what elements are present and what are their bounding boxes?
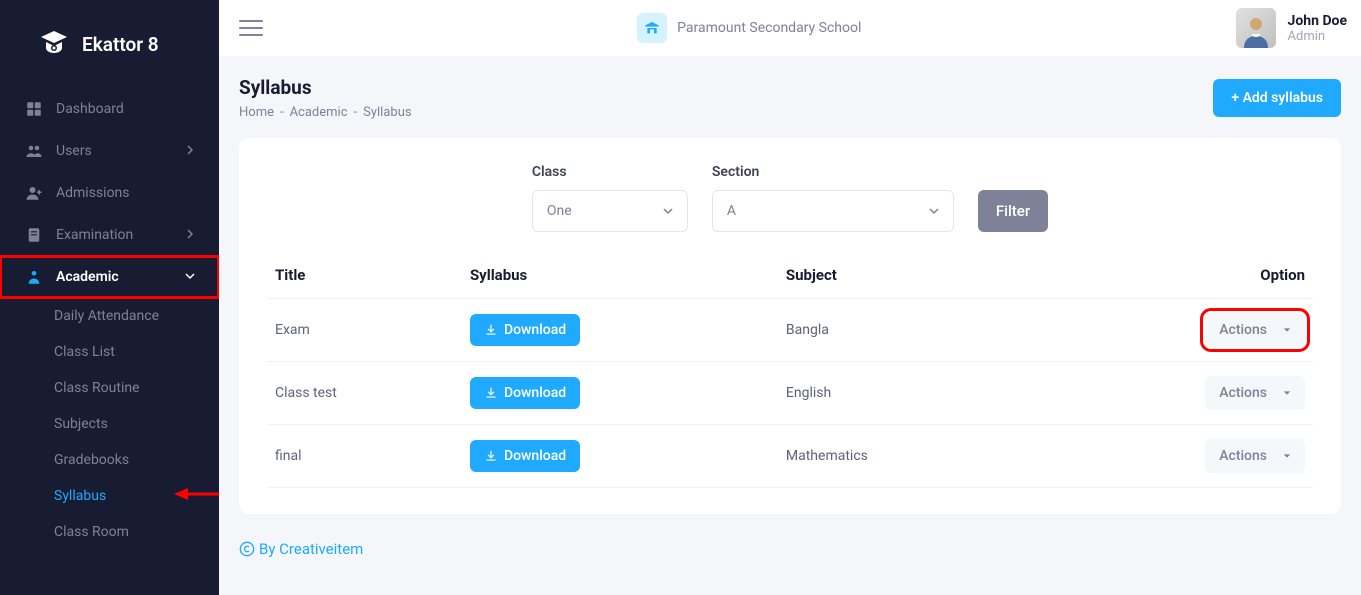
add-syllabus-button[interactable]: + Add syllabus — [1213, 79, 1341, 117]
user-role: Admin — [1288, 29, 1347, 44]
copyright-icon — [239, 541, 255, 557]
download-button[interactable]: Download — [470, 440, 580, 472]
page-title: Syllabus — [239, 76, 412, 99]
section-value: A — [727, 203, 736, 219]
user-menu[interactable]: John Doe Admin — [1236, 8, 1347, 48]
th-option: Option — [1023, 252, 1313, 299]
logo-text: Ekattor 8 — [82, 33, 159, 56]
logo-icon — [38, 28, 70, 60]
actions-button[interactable]: Actions — [1205, 376, 1305, 410]
th-subject: Subject — [778, 252, 1023, 299]
topbar: Paramount Secondary School John Doe Admi… — [219, 0, 1361, 56]
sidebar-sub-item-gradebooks[interactable]: Gradebooks — [54, 442, 219, 478]
table-row: ExamDownload Bangla Actions — [267, 299, 1313, 362]
school-name[interactable]: Paramount Secondary School — [637, 13, 861, 43]
sidebar-sub-item-class-routine[interactable]: Class Routine — [54, 370, 219, 406]
sidebar-sub-item-syllabus[interactable]: Syllabus — [54, 478, 219, 514]
card: Class One Section A Filter — [239, 138, 1341, 514]
chevron-down-icon — [663, 206, 673, 216]
breadcrumb-item[interactable]: Academic — [290, 105, 348, 120]
sidebar-item-examination[interactable]: Examination — [0, 214, 219, 256]
sidebar-item-label: Examination — [56, 227, 133, 243]
sidebar-item-admissions[interactable]: Admissions — [0, 172, 219, 214]
table-row: finalDownload Mathematics Actions — [267, 425, 1313, 488]
actions-button[interactable]: Actions — [1205, 439, 1305, 473]
class-label: Class — [532, 164, 688, 180]
sidebar-sub-item-class-list[interactable]: Class List — [54, 334, 219, 370]
breadcrumb: Home-Academic-Syllabus — [239, 105, 412, 120]
download-button[interactable]: Download — [470, 377, 580, 409]
content: Syllabus Home-Academic-Syllabus + Add sy… — [219, 56, 1361, 595]
sidebar-item-users[interactable]: Users — [0, 130, 219, 172]
section-label: Section — [712, 164, 954, 180]
sidebar-item-label: Academic — [56, 269, 119, 285]
sidebar-item-label: Admissions — [56, 185, 130, 201]
cell-subject: Bangla — [778, 299, 1023, 362]
table-row: Class testDownload English Actions — [267, 362, 1313, 425]
filter-button[interactable]: Filter — [978, 190, 1048, 232]
sidebar-item-label: Dashboard — [56, 101, 124, 117]
cell-title: Exam — [267, 299, 462, 362]
sidebar-item-dashboard[interactable]: Dashboard — [0, 88, 219, 130]
breadcrumb-item[interactable]: Home — [239, 105, 274, 120]
download-icon — [484, 449, 498, 463]
download-icon — [484, 386, 498, 400]
examination-icon — [24, 225, 44, 245]
download-button[interactable]: Download — [470, 314, 580, 346]
chevron-right-icon — [185, 143, 195, 159]
chevron-down-icon — [185, 269, 195, 285]
menu-toggle-icon[interactable] — [239, 16, 263, 40]
download-icon — [484, 323, 498, 337]
actions-button[interactable]: Actions — [1205, 313, 1305, 347]
section-select[interactable]: A — [712, 190, 954, 232]
chevron-right-icon — [185, 227, 195, 243]
sidebar-sub-item-subjects[interactable]: Subjects — [54, 406, 219, 442]
logo[interactable]: Ekattor 8 — [0, 0, 219, 88]
sidebar-sub-item-class-room[interactable]: Class Room — [54, 514, 219, 550]
caret-down-icon — [1283, 389, 1291, 397]
cell-title: Class test — [267, 362, 462, 425]
users-icon — [24, 141, 44, 161]
academic-icon — [24, 267, 44, 287]
chevron-down-icon — [929, 206, 939, 216]
caret-down-icon — [1283, 326, 1291, 334]
avatar — [1236, 8, 1276, 48]
breadcrumb-item[interactable]: Syllabus — [363, 105, 411, 120]
class-value: One — [547, 203, 572, 219]
arrow-indicator-icon — [174, 487, 219, 505]
cell-subject: English — [778, 362, 1023, 425]
syllabus-table: Title Syllabus Subject Option ExamDownlo… — [267, 252, 1313, 488]
page-header: Syllabus Home-Academic-Syllabus + Add sy… — [239, 76, 1341, 120]
cell-subject: Mathematics — [778, 425, 1023, 488]
caret-down-icon — [1283, 452, 1291, 460]
filters: Class One Section A Filter — [267, 164, 1313, 232]
footer-text: By Creativeitem — [259, 540, 363, 558]
footer[interactable]: By Creativeitem — [239, 540, 1341, 558]
user-name: John Doe — [1288, 13, 1347, 29]
cell-title: final — [267, 425, 462, 488]
main-area: Paramount Secondary School John Doe Admi… — [219, 0, 1361, 595]
sidebar: Ekattor 8 Dashboard Users Admissions Examin… — [0, 0, 219, 595]
dashboard-icon — [24, 99, 44, 119]
admissions-icon — [24, 183, 44, 203]
school-icon — [637, 13, 667, 43]
sidebar-sub-item-daily-attendance[interactable]: Daily Attendance — [54, 298, 219, 334]
sidebar-item-label: Users — [56, 143, 92, 159]
sidebar-item-academic[interactable]: Academic — [0, 256, 219, 298]
th-title: Title — [267, 252, 462, 299]
school-name-text: Paramount Secondary School — [677, 20, 861, 36]
class-select[interactable]: One — [532, 190, 688, 232]
th-syllabus: Syllabus — [462, 252, 778, 299]
